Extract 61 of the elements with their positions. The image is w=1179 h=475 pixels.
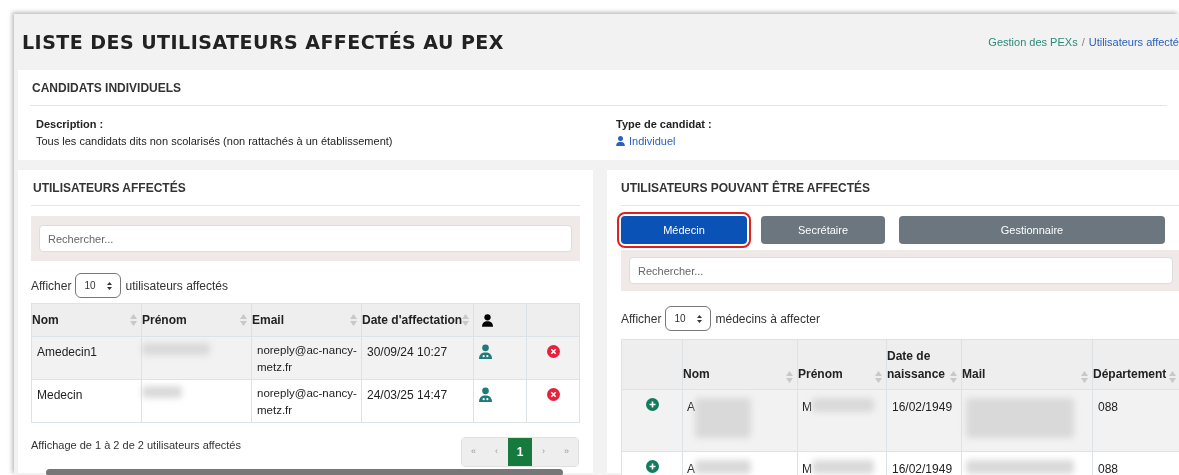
- candidate-type: Individuel: [629, 133, 676, 149]
- page-size-select[interactable]: 10: [665, 306, 712, 331]
- user-icon: [616, 135, 625, 146]
- add-icon[interactable]: [645, 460, 659, 473]
- table-cell: Medecin: [31, 379, 142, 423]
- table-info: Affichage de 1 à 2 de 2 utilisateurs affectés: [31, 438, 241, 453]
- sort-icon[interactable]: [240, 314, 247, 326]
- table-cell: noreply@ac-nancy-metz.fr: [251, 379, 362, 423]
- user-icon: [482, 313, 494, 327]
- sort-icon[interactable]: [130, 314, 137, 326]
- sort-icon[interactable]: [875, 371, 882, 383]
- redaction-blur: [142, 386, 182, 398]
- table-cell: 30/09/24 10:27: [361, 336, 474, 380]
- sort-icon[interactable]: [1081, 371, 1088, 383]
- caret-icon: [697, 314, 703, 323]
- sort-icon[interactable]: [1169, 371, 1176, 383]
- card-title: UTILISATEURS POUVANT ÊTRE AFFECTÉS: [621, 179, 871, 197]
- table-cell: 24/03/25 14:47: [361, 379, 474, 423]
- search-field[interactable]: Rechercher...: [39, 225, 572, 252]
- page-title: LISTE DES UTILISATEURS AFFECTÉS AU PEX: [22, 29, 504, 55]
- add-icon[interactable]: [645, 398, 659, 411]
- column-header[interactable]: Email: [251, 303, 362, 337]
- caret-icon: [107, 281, 113, 290]
- sort-icon[interactable]: [350, 314, 357, 326]
- field-label: Type de candidat :: [616, 117, 712, 132]
- table-cell: noreply@ac-nancy-metz.fr: [251, 336, 362, 380]
- sort-icon[interactable]: [786, 371, 793, 383]
- pagination-button[interactable]: 1: [508, 438, 532, 466]
- search-field[interactable]: Rechercher...: [629, 257, 1173, 284]
- column-header[interactable]: Date d'affectation: [361, 303, 474, 337]
- table-cell-text: M: [802, 399, 812, 416]
- breadcrumb-link[interactable]: Utilisateurs affecté: [1088, 33, 1179, 51]
- table-cell-text: A: [687, 461, 695, 475]
- card-title: CANDIDATS INDIVIDUELS: [32, 79, 182, 97]
- length-label: Afficher: [621, 310, 662, 328]
- column-header[interactable]: Nom: [31, 303, 142, 337]
- horizontal-scrollbar[interactable]: [46, 469, 563, 475]
- redaction-blur: [695, 460, 751, 474]
- remove-icon[interactable]: [546, 345, 560, 358]
- sort-icon[interactable]: [950, 371, 957, 383]
- breadcrumb-separator: /: [1081, 34, 1085, 50]
- doctor-icon[interactable]: [479, 387, 493, 402]
- field-value: Tous les candidats dits non scolarisés (non rattachés à un établissement): [36, 133, 394, 149]
- breadcrumb-link[interactable]: Gestion des PEXs: [988, 33, 1078, 51]
- table-cell-text: A: [687, 399, 695, 416]
- remove-icon[interactable]: [546, 388, 560, 401]
- length-label: Afficher: [31, 277, 72, 295]
- doctor-icon[interactable]: [479, 344, 493, 359]
- role-tab[interactable]: Gestionnaire: [899, 216, 1165, 244]
- length-label: utilisateurs affectés: [125, 277, 228, 295]
- page-size-select[interactable]: 10: [75, 273, 122, 298]
- sort-icon[interactable]: [462, 314, 470, 326]
- column-header[interactable]: Prénom: [141, 303, 252, 337]
- role-tab[interactable]: Secrétaire: [761, 216, 885, 244]
- length-label: médecins à affecter: [715, 310, 820, 328]
- table-cell: Amedecin1: [31, 336, 142, 380]
- field-label: Description :: [36, 117, 105, 132]
- card-title: UTILISATEURS AFFECTÉS: [33, 179, 186, 197]
- redaction-blur: [812, 460, 874, 474]
- table-cell: 16/02/1949: [886, 389, 962, 452]
- table-cell-text: M: [802, 461, 812, 475]
